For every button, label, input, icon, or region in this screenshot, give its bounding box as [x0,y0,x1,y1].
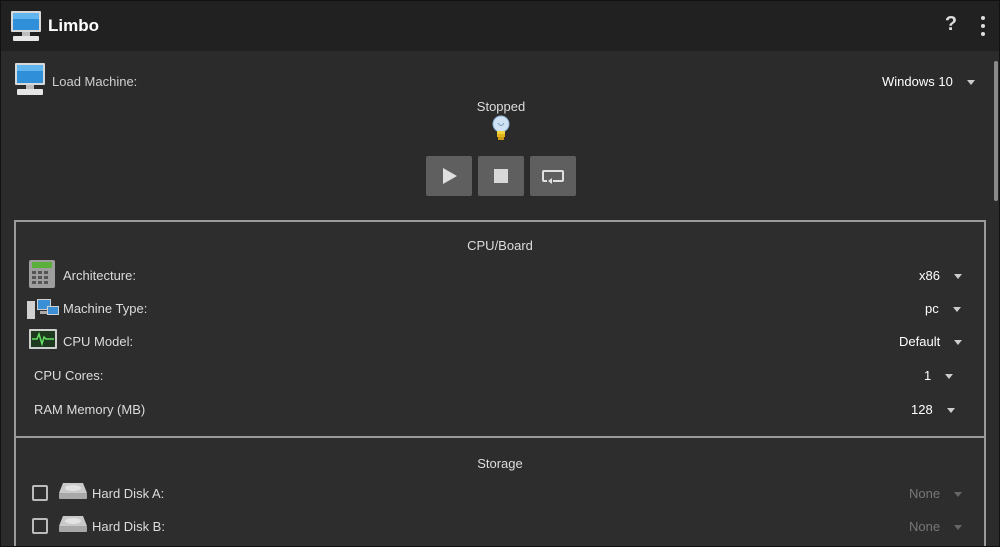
hard-disk-b-label: Hard Disk B: [92,519,165,534]
app-title: Limbo [48,16,99,35]
dropdown-arrow-icon [953,274,962,280]
storage-title: Storage [477,456,523,471]
ram-memory-label: RAM Memory (MB) [34,402,146,417]
calculator-icon [29,260,55,288]
machine-select-value: Windows 10 [882,74,953,89]
limbo-window: Limbo ? Load Machine: Windows 10 Stopped [0,0,1000,547]
load-machine-label: Load Machine: [52,74,138,89]
dropdown-arrow-icon [952,307,961,313]
lightbulb-icon [492,115,510,140]
dropdown-arrow-icon [946,408,955,414]
storage-panel: Storage Hard Disk A: None Hard Disk B: N… [14,436,986,546]
help-button[interactable]: ? [941,13,961,36]
hard-disk-a-value: None [909,486,941,501]
hard-disk-a-label: Hard Disk A: [92,486,165,501]
dropdown-arrow-icon [954,492,963,498]
hard-disk-b-checkbox[interactable] [32,518,48,534]
cpu-cores-label: CPU Cores: [34,368,104,383]
hard-disk-b-value: None [909,519,941,534]
hard-disk-icon [59,516,87,532]
machine-type-label: Machine Type: [63,301,148,316]
app-bar: Limbo ? [1,1,999,51]
play-icon [443,168,457,184]
architecture-label: Architecture: [63,268,136,283]
ram-memory-value: 128 [911,402,933,417]
architecture-select[interactable]: x86 [919,268,962,283]
hard-disk-a-select[interactable]: None [909,486,963,501]
hard-disk-b-select[interactable]: None [909,519,963,534]
dropdown-arrow-icon [966,80,975,86]
dropdown-arrow-icon [945,374,954,380]
dropdown-arrow-icon [954,525,963,531]
restart-icon [542,170,564,184]
hard-disk-a-checkbox[interactable] [32,485,48,501]
stop-icon [494,169,508,183]
ram-memory-select[interactable]: 128 [911,402,955,417]
computer-icon [11,11,41,41]
machine-status: Stopped [476,99,526,114]
hard-disk-icon [59,483,87,499]
cpu-cores-value: 1 [924,368,932,383]
cpu-model-select[interactable]: Default [899,334,963,349]
cpu-cores-select[interactable]: 1 [924,368,954,383]
machine-select[interactable]: Windows 10 [882,74,975,89]
restart-button[interactable] [530,156,576,196]
cpu-monitor-icon [29,329,57,349]
machine-type-select[interactable]: pc [925,301,961,316]
cpu-board-panel: CPU/Board Architecture: x86 Machine Type… [14,220,986,438]
architecture-value: x86 [919,268,940,283]
machine-computer-icon [15,63,45,95]
computers-icon [27,299,59,319]
cpu-model-value: Default [899,334,941,349]
overflow-menu-icon[interactable] [973,15,991,37]
cpu-model-label: CPU Model: [63,334,134,349]
dropdown-arrow-icon [954,340,963,346]
start-button[interactable] [426,156,472,196]
scrollbar[interactable] [994,61,998,201]
stop-button[interactable] [478,156,524,196]
cpu-board-title: CPU/Board [467,238,533,253]
machine-type-value: pc [925,301,939,316]
